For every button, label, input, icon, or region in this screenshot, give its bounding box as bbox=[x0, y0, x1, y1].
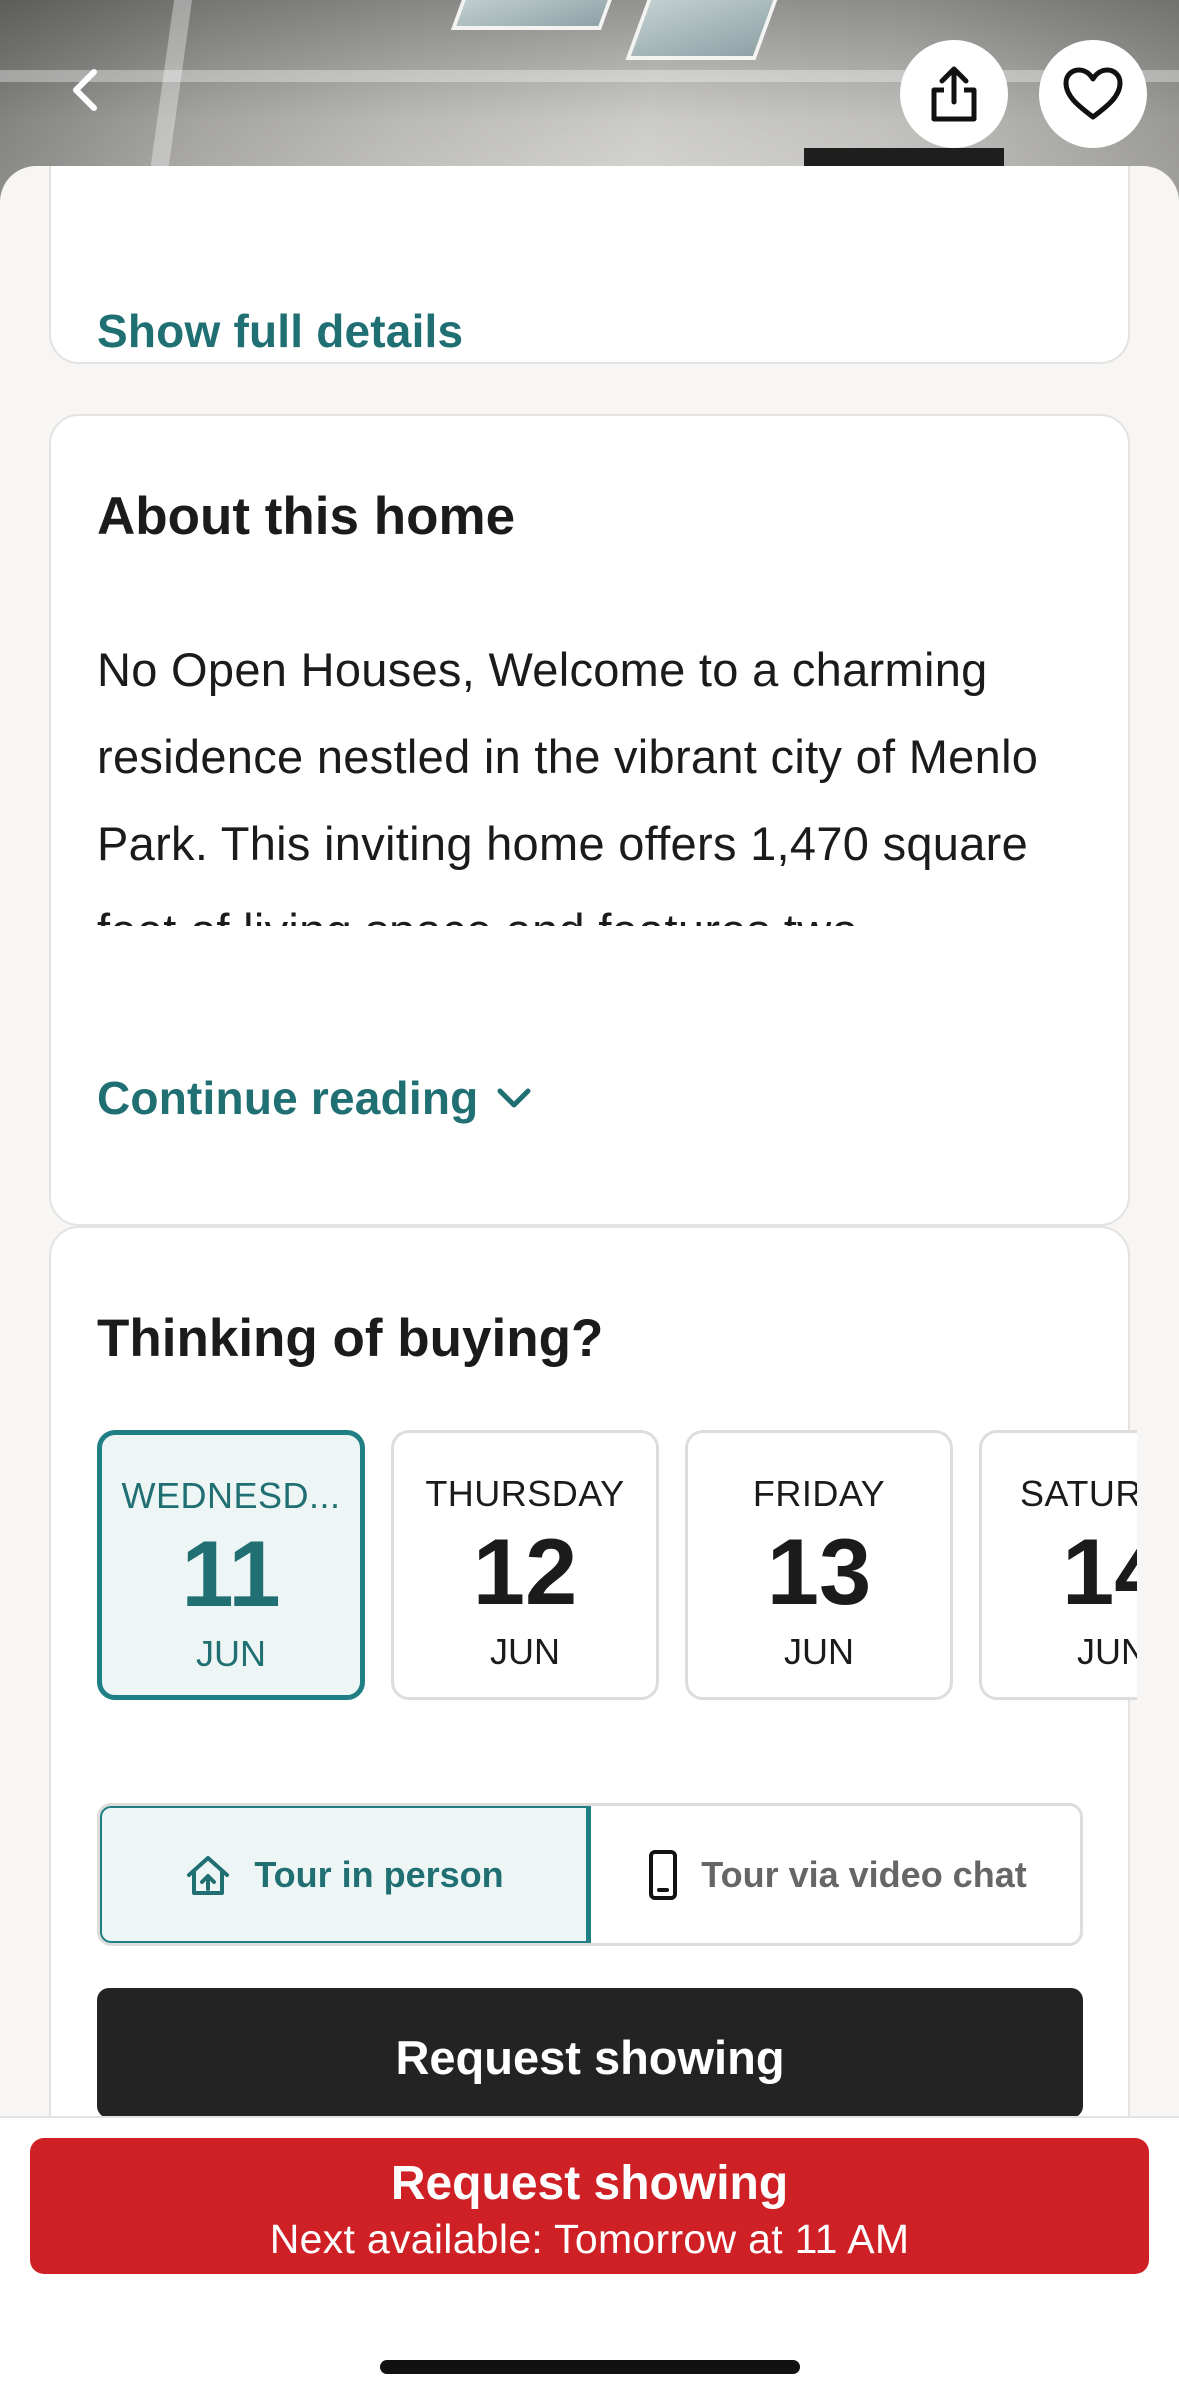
day-month: JUN bbox=[1077, 1631, 1137, 1672]
day-name: WEDNESD... bbox=[121, 1475, 341, 1516]
chevron-down-icon bbox=[497, 1088, 531, 1108]
home-indicator[interactable] bbox=[380, 2360, 800, 2374]
tour-type-toggle: Tour in person Tour via video chat bbox=[97, 1803, 1083, 1946]
request-showing-inline-button[interactable]: Request showing bbox=[97, 1988, 1083, 2116]
tour-in-person-option[interactable]: Tour in person bbox=[100, 1806, 591, 1943]
request-showing-button[interactable]: Request showing Next available: Tomorrow… bbox=[30, 2138, 1149, 2274]
tour-in-person-label: Tour in person bbox=[254, 1853, 504, 1895]
heart-icon bbox=[1063, 67, 1123, 120]
bottom-action-bar: Request showing Next available: Tomorrow… bbox=[0, 2116, 1179, 2396]
show-full-details-link[interactable]: Show full details bbox=[97, 304, 463, 358]
share-icon bbox=[931, 66, 977, 122]
tour-video-option[interactable]: Tour via video chat bbox=[591, 1806, 1080, 1943]
day-option-saturday[interactable]: SATURDAY 14 JUN bbox=[979, 1430, 1137, 1700]
cta-title: Request showing bbox=[390, 2157, 789, 2210]
day-option-wednesday[interactable]: WEDNESD... 11 JUN bbox=[97, 1430, 365, 1700]
day-name: SATURDAY bbox=[1020, 1473, 1137, 1514]
favorite-button[interactable] bbox=[1039, 40, 1147, 148]
day-month: JUN bbox=[196, 1633, 266, 1674]
phone-icon bbox=[649, 1849, 678, 1900]
day-option-friday[interactable]: FRIDAY 13 JUN bbox=[685, 1430, 953, 1700]
details-sheet[interactable]: Show full details About this home No Ope… bbox=[0, 166, 1179, 2116]
details-card: Show full details bbox=[49, 166, 1130, 364]
buying-card: Thinking of buying? WEDNESD... 11 JUN TH… bbox=[49, 1226, 1137, 2116]
day-month: JUN bbox=[784, 1631, 854, 1672]
day-number: 14 bbox=[1062, 1519, 1137, 1624]
home-icon bbox=[187, 1855, 230, 1895]
day-name: FRIDAY bbox=[752, 1473, 886, 1514]
day-month: JUN bbox=[490, 1631, 560, 1672]
about-text: No Open Houses, Welcome to a charming re… bbox=[97, 643, 1039, 926]
day-name: THURSDAY bbox=[425, 1473, 625, 1514]
chevron-left-icon bbox=[73, 69, 97, 111]
buying-title: Thinking of buying? bbox=[97, 1309, 604, 1368]
continue-reading-label: Continue reading bbox=[97, 1072, 479, 1124]
cta-subtitle: Next available: Tomorrow at 11 AM bbox=[269, 2216, 910, 2262]
back-button[interactable] bbox=[58, 62, 114, 118]
continue-reading-link[interactable]: Continue reading bbox=[97, 1071, 532, 1125]
about-card: About this home No Open Houses, Welcome … bbox=[49, 414, 1130, 1226]
day-number: 13 bbox=[766, 1519, 872, 1624]
share-button[interactable] bbox=[900, 40, 1008, 148]
day-number: 12 bbox=[472, 1519, 578, 1624]
tour-video-label: Tour via video chat bbox=[701, 1853, 1027, 1895]
day-option-thursday[interactable]: THURSDAY 12 JUN bbox=[391, 1430, 659, 1700]
day-number: 11 bbox=[181, 1521, 281, 1626]
day-picker[interactable]: WEDNESD... 11 JUN THURSDAY 12 JUN FRIDAY… bbox=[97, 1430, 1137, 1702]
about-title: About this home bbox=[97, 487, 516, 546]
